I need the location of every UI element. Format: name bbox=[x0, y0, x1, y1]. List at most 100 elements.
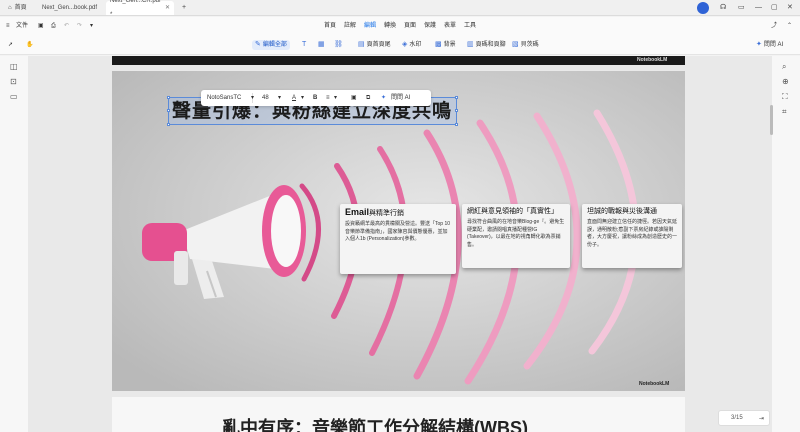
zoom-in-icon[interactable]: ⊕ bbox=[782, 77, 789, 87]
tab-document-1[interactable]: Next_Gen...book.pdf bbox=[38, 1, 104, 15]
page-number-text: 3/15 bbox=[731, 415, 743, 421]
card-title: 坦誠的戰報與災後溝通 bbox=[587, 208, 657, 215]
undo-icon[interactable]: ↶ bbox=[64, 21, 69, 31]
background-label: 背景 bbox=[443, 42, 456, 48]
chevron-down-icon[interactable]: ▾ bbox=[90, 21, 93, 31]
maximize-icon[interactable]: ▢ bbox=[771, 3, 778, 13]
ocr-icon[interactable]: ⧉ bbox=[366, 93, 370, 103]
resize-handle[interactable] bbox=[455, 123, 458, 126]
text-format-bar: NotoSansTC ▾ 48 ▾ A ▾ B ≡ ▾ ▣ ⧉ ✦ 問問 AI bbox=[201, 90, 431, 106]
background-button[interactable]: ▩ 背景 bbox=[435, 40, 456, 50]
fit-page-icon[interactable]: ⛶ bbox=[782, 92, 788, 102]
menu-page[interactable]: 頁面 bbox=[404, 21, 416, 31]
tab-document-2[interactable]: Next_Gen...CR.pdf * ✕ bbox=[106, 0, 174, 18]
comment-icon[interactable]: ▭ bbox=[10, 92, 18, 102]
bold-icon[interactable]: B bbox=[313, 93, 317, 103]
resize-handle[interactable] bbox=[167, 109, 170, 112]
bates-icon: ▧ bbox=[512, 41, 519, 48]
thumbnails-icon[interactable]: ◫ bbox=[10, 62, 18, 72]
headset-icon[interactable]: ☊ bbox=[720, 3, 726, 13]
select-tool-icon[interactable]: ➚ bbox=[8, 40, 13, 50]
align-icon[interactable]: ≡ bbox=[326, 93, 330, 103]
edit-icon: ✎ bbox=[255, 41, 261, 48]
watermark-label: 水印 bbox=[409, 42, 422, 48]
add-link-icon[interactable]: ⛓ bbox=[334, 40, 343, 50]
card-influencer[interactable]: 網紅與意見領袖的「真實性」 尋找符合曲風的在地音樂Blog-ge『。避免生硬業配… bbox=[462, 204, 570, 268]
avatar[interactable] bbox=[697, 2, 709, 14]
card-body: 尋找符合曲風的在地音樂Blog-ge『。避免生硬業配，邀請閱唱真播配種營IG (… bbox=[467, 219, 565, 248]
chevron-down-icon[interactable]: ▾ bbox=[301, 93, 304, 103]
new-tab-button[interactable]: + bbox=[182, 3, 186, 13]
resize-handle[interactable] bbox=[455, 96, 458, 99]
menu-bar: ≡ 文件 ▣ ⎙ ↶ ↷ ▾ 首頁 註解 編輯 轉換 頁面 保護 表單 工具 ⤴… bbox=[0, 17, 800, 35]
bates-label: 貝茨碼 bbox=[520, 42, 539, 48]
header-footer-icon: ▤ bbox=[358, 41, 365, 48]
font-color-icon[interactable]: A bbox=[292, 93, 296, 103]
notebooklm-watermark: NotebookLM bbox=[639, 381, 670, 387]
menu-protect[interactable]: 保護 bbox=[424, 21, 436, 31]
font-family-select[interactable]: NotoSansTC bbox=[207, 93, 253, 103]
card-email[interactable]: Email與精準行銷 設資籟網羊最高的貫檬關及營這。豐送「Top 10音樂節準備… bbox=[340, 204, 456, 274]
add-text-icon[interactable]: T bbox=[302, 40, 306, 50]
page-number-label: 頁碼和頁腳 bbox=[475, 42, 506, 48]
page-number-button[interactable]: ▥ 頁碼和頁腳 bbox=[467, 40, 506, 50]
hand-tool-icon[interactable]: ✋ bbox=[26, 40, 33, 50]
card-body: 直面問無迎建立信任的捷徑。若因天氣延誤，通明散粉;惹副下票房紀錄或誰陽剩者，大方… bbox=[587, 219, 678, 248]
search-icon[interactable]: ⌕ bbox=[782, 62, 786, 72]
minimize-icon[interactable]: — bbox=[755, 3, 762, 13]
tab-label: Next_Gen...book.pdf bbox=[42, 5, 98, 11]
document-viewer: NotebookLM 聲量引爆：與粉絲建立深度共鳴 Email與精準行銷 設資籟… bbox=[28, 56, 772, 432]
hamburger-icon[interactable]: ≡ bbox=[6, 21, 10, 31]
edit-all-button[interactable]: ✎ 編輯全部 bbox=[252, 40, 290, 50]
expand-icon[interactable]: ⌃ bbox=[787, 21, 792, 31]
chevron-down-icon[interactable]: ▾ bbox=[334, 93, 337, 103]
menu-home[interactable]: 首頁 bbox=[324, 21, 336, 31]
page-current: 聲量引爆：與粉絲建立深度共鳴 Email與精準行銷 設資籟網羊最高的貫檬關及營這… bbox=[112, 71, 685, 391]
format-ask-ai-button[interactable]: 問問 AI bbox=[391, 93, 410, 103]
sparkle-icon: ✦ bbox=[381, 95, 387, 101]
font-size-select[interactable]: 48 bbox=[262, 93, 269, 103]
menu-annotate[interactable]: 註解 bbox=[344, 21, 356, 31]
chevron-down-icon[interactable]: ▾ bbox=[251, 93, 254, 103]
card-title-rest: 與精準行銷 bbox=[369, 210, 405, 217]
menu-convert[interactable]: 轉換 bbox=[384, 21, 396, 31]
menu-form[interactable]: 表單 bbox=[444, 21, 456, 31]
card-title-bold: Email bbox=[345, 207, 370, 217]
watermark-button[interactable]: ◈ 水印 bbox=[402, 40, 421, 50]
print-icon[interactable]: ⎙ bbox=[51, 21, 56, 31]
card-title: Email與精準行銷 bbox=[345, 207, 451, 219]
exit-icon[interactable]: ⇥ bbox=[759, 412, 764, 426]
share-icon[interactable]: ⤴ bbox=[771, 21, 777, 31]
background-icon: ▩ bbox=[435, 41, 442, 48]
card-honest-report[interactable]: 坦誠的戰報與災後溝通 直面問無迎建立信任的捷徑。若因天氣延誤，通明散粉;惹副下票… bbox=[582, 204, 682, 268]
header-footer-button[interactable]: ▤ 頁首頁尾 bbox=[358, 40, 391, 50]
page-next: 亂中有序：音樂節工作分解結構(WBS) bbox=[112, 397, 685, 432]
close-tab-icon[interactable]: ✕ bbox=[165, 1, 170, 15]
card-title: 網紅與意見領袖的「真實性」 bbox=[467, 208, 558, 215]
page-indicator[interactable]: 3/15 ⇥ bbox=[718, 410, 770, 426]
menu-tools[interactable]: 工具 bbox=[464, 21, 476, 31]
page-number-icon: ▥ bbox=[467, 41, 474, 48]
header-footer-label: 頁首頁尾 bbox=[366, 42, 391, 48]
close-window-icon[interactable]: ✕ bbox=[787, 3, 793, 13]
vertical-scrollbar[interactable] bbox=[770, 105, 773, 135]
bookmark-icon[interactable]: ⊡ bbox=[10, 77, 17, 87]
add-image-icon[interactable]: ▦ bbox=[318, 40, 325, 50]
redo-icon[interactable]: ↷ bbox=[77, 21, 82, 31]
save-icon[interactable]: ▣ bbox=[38, 21, 44, 31]
resize-handle[interactable] bbox=[455, 109, 458, 112]
page-previous: NotebookLM bbox=[112, 56, 685, 65]
crop-icon[interactable]: ⌗ bbox=[782, 107, 787, 117]
edit-toolbar: ➚ ✋ ✎ 編輯全部 T ▦ ⛓ ▤ 頁首頁尾 ◈ 水印 ▩ 背景 ▥ 頁碼和頁… bbox=[0, 35, 800, 55]
home-tab[interactable]: ⌂ 首頁 bbox=[4, 1, 31, 15]
ask-ai-button[interactable]: ✦ 問問 AI bbox=[756, 40, 783, 50]
textbox-icon[interactable]: ▣ bbox=[351, 93, 357, 103]
inbox-icon[interactable]: ▭ bbox=[738, 3, 745, 13]
resize-handle[interactable] bbox=[167, 96, 170, 99]
chevron-down-icon[interactable]: ▾ bbox=[278, 93, 281, 103]
file-menu[interactable]: 文件 bbox=[16, 21, 28, 31]
resize-handle[interactable] bbox=[167, 123, 170, 126]
menu-edit[interactable]: 編輯 bbox=[364, 21, 376, 31]
home-tab-label: 首頁 bbox=[14, 5, 27, 11]
bates-button[interactable]: ▧ 貝茨碼 bbox=[512, 40, 539, 50]
